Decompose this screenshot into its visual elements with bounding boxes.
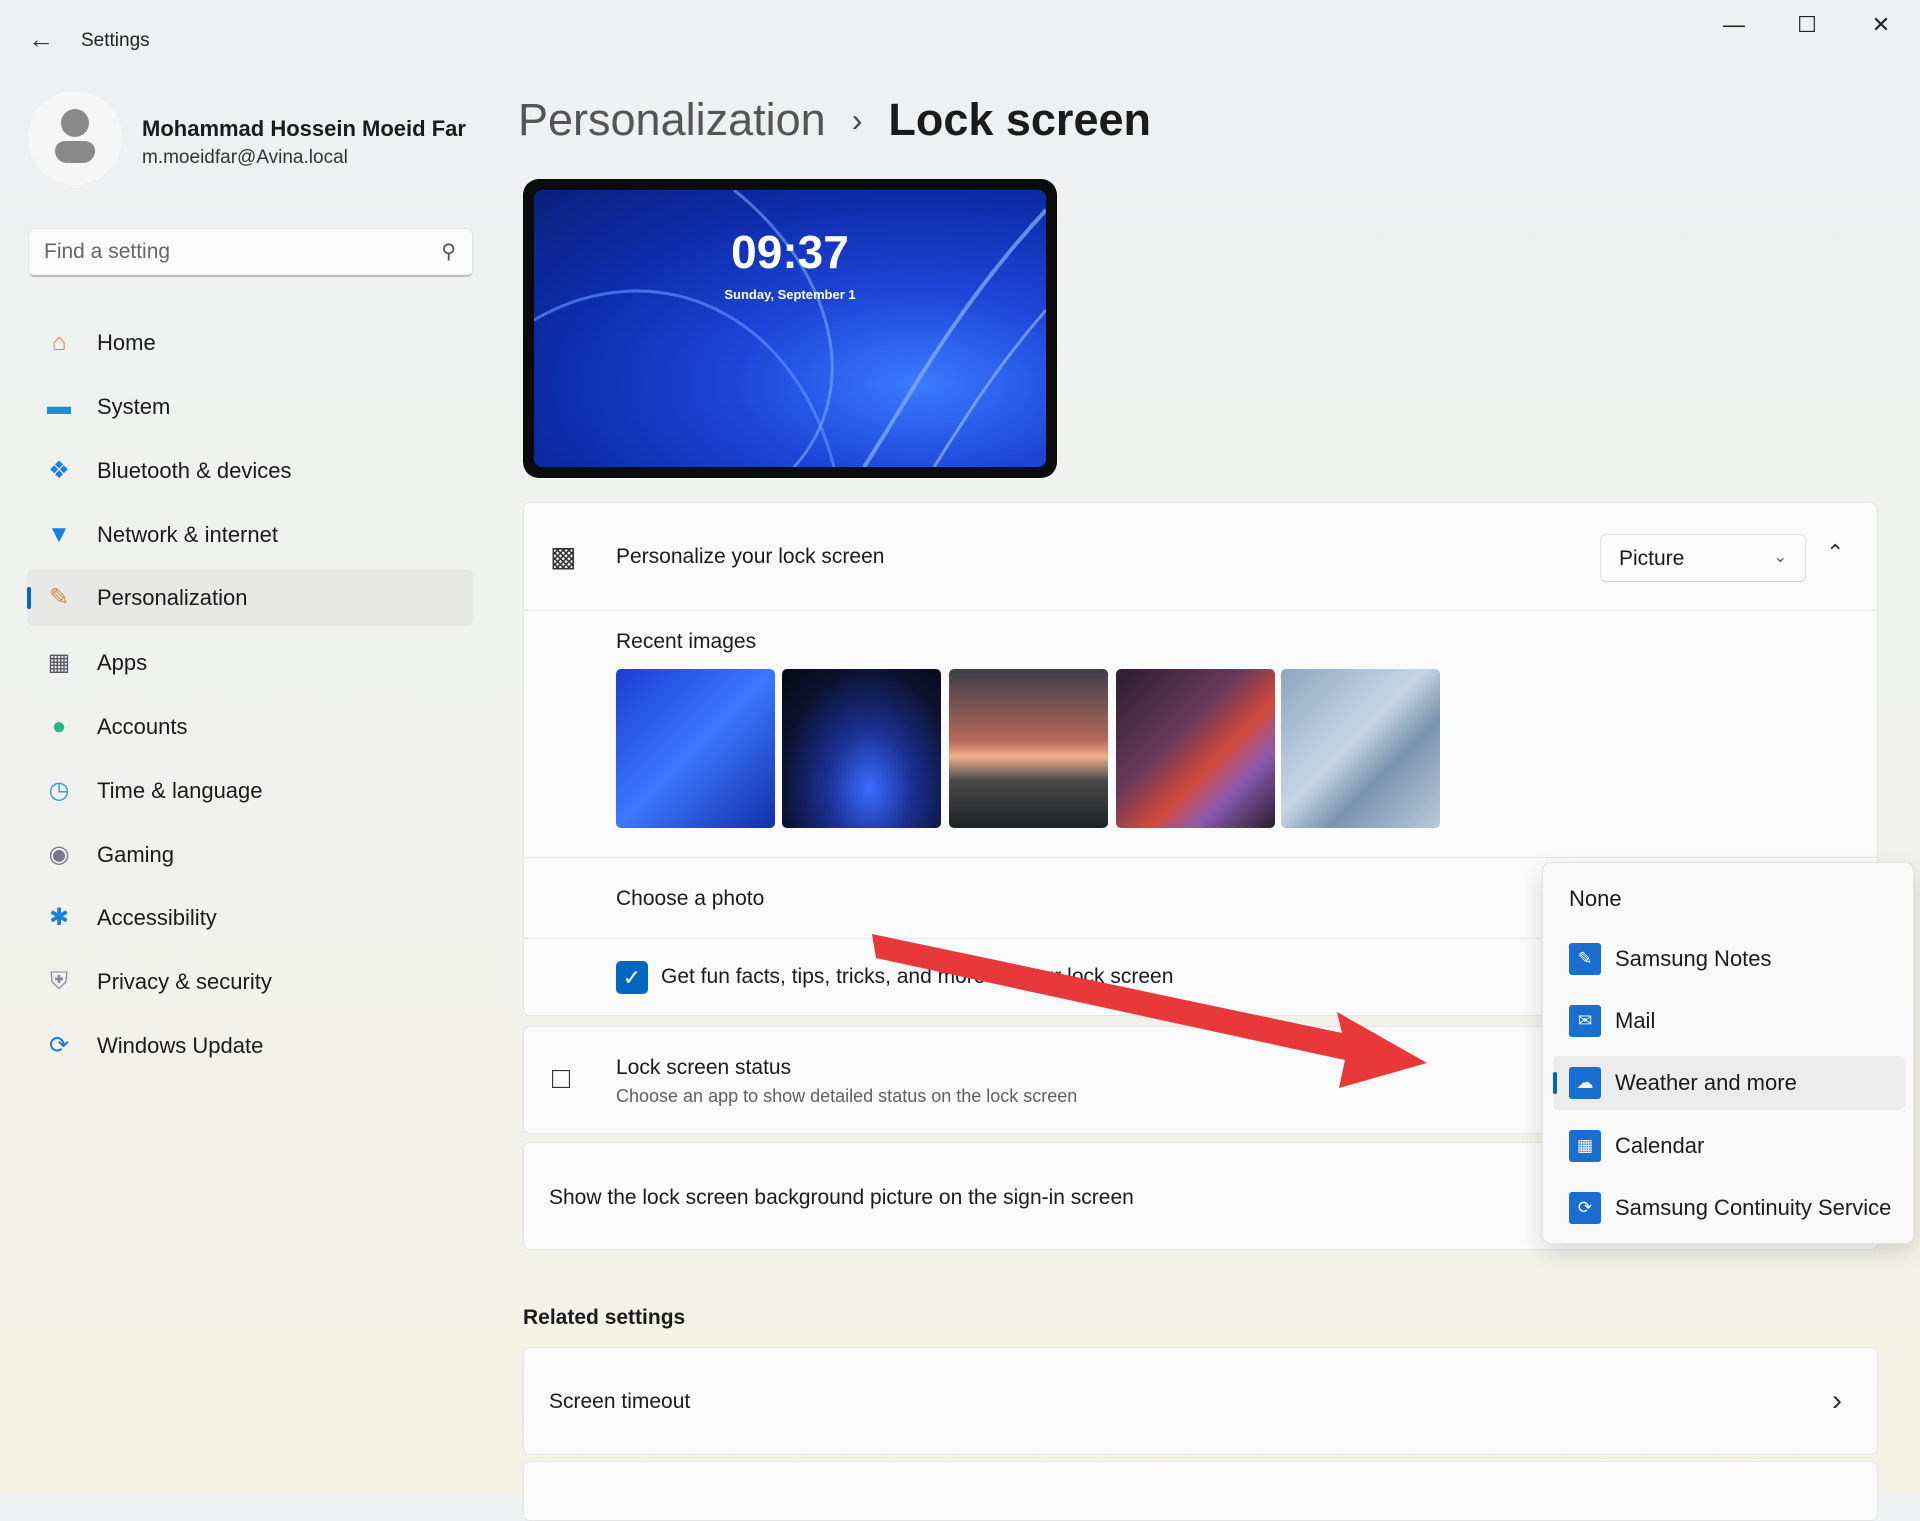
- samsung-notes-icon: ✎: [1569, 943, 1601, 975]
- mail-icon: ✉: [1569, 1005, 1601, 1037]
- status-app-menu: None ✎ Samsung Notes ✉ Mail ☁ Weather and m…: [1542, 862, 1914, 1244]
- menu-item-calendar[interactable]: ▦ Calendar: [1553, 1119, 1905, 1173]
- calendar-icon: ▦: [1569, 1130, 1601, 1162]
- menu-item-weather[interactable]: ☁ Weather and more: [1553, 1056, 1905, 1110]
- annotation-arrow: [872, 934, 1427, 1088]
- red-arrow: [872, 934, 1427, 1088]
- menu-item-samsung-continuity[interactable]: ⟳ Samsung Continuity Service: [1553, 1181, 1905, 1235]
- samsung-continuity-icon: ⟳: [1569, 1192, 1601, 1224]
- menu-item-samsung-notes[interactable]: ✎ Samsung Notes: [1553, 932, 1905, 986]
- menu-item-none[interactable]: None: [1553, 872, 1905, 926]
- weather-icon: ☁: [1569, 1067, 1601, 1099]
- menu-item-mail[interactable]: ✉ Mail: [1553, 994, 1905, 1048]
- selection-indicator: [1553, 1072, 1557, 1094]
